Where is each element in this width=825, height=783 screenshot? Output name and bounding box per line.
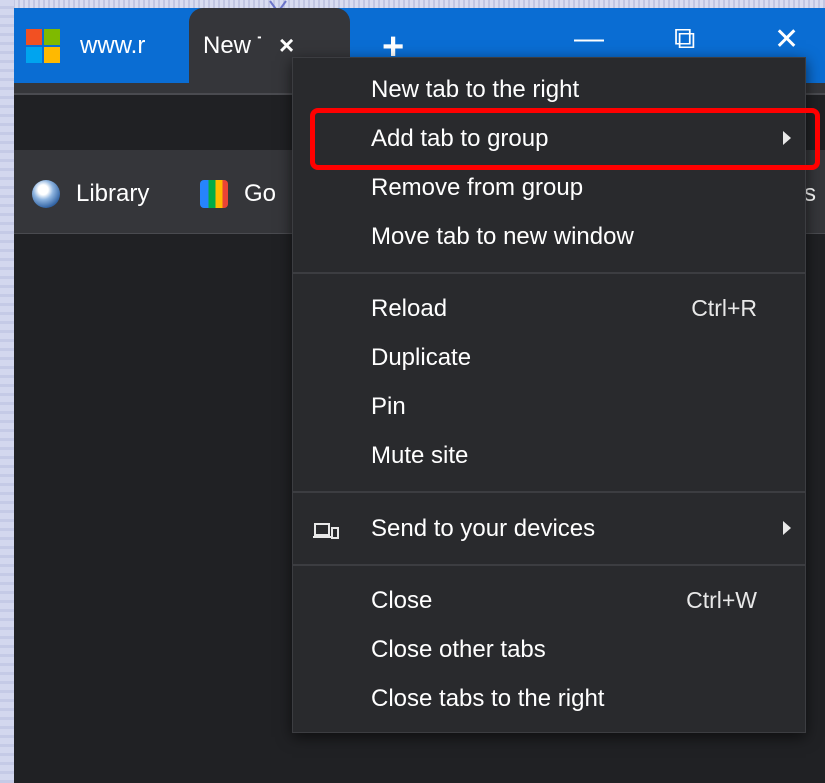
bookmark-label: Library: [76, 180, 150, 207]
bookmark-label: Go: [244, 180, 277, 207]
menu-item-label: Duplicate: [371, 344, 472, 371]
shortcut-label: Ctrl+W: [686, 587, 757, 613]
close-window-button[interactable]: ✕: [774, 22, 799, 57]
menu-item-label: Remove from group: [371, 174, 584, 201]
library-globe-icon: [32, 180, 60, 208]
menu-item-pin[interactable]: Pin: [293, 385, 805, 434]
tab-microsoft[interactable]: www.r: [26, 8, 190, 83]
menu-item-duplicate[interactable]: Duplicate: [293, 336, 805, 385]
menu-item-label: Pin: [371, 393, 406, 420]
submenu-arrow-icon: [783, 521, 791, 535]
menu-item-move-to-new-window[interactable]: Move tab to new window: [293, 215, 805, 264]
menu-separator: [293, 272, 805, 274]
microsoft-logo-icon: [26, 28, 60, 63]
menu-item-label: Mute site: [371, 442, 469, 469]
menu-item-mute-site[interactable]: Mute site: [293, 434, 805, 483]
menu-item-label: Send to your devices: [371, 515, 596, 542]
minimize-button[interactable]: —: [574, 22, 604, 56]
restore-button[interactable]: ⧉: [674, 22, 695, 56]
bookmark-library[interactable]: Library: [32, 180, 149, 208]
menu-item-close[interactable]: Close Ctrl+W: [293, 579, 805, 628]
tab-title: New Ta: [203, 31, 261, 59]
bookmark-google[interactable]: Go: [200, 180, 276, 208]
menu-separator: [293, 491, 805, 493]
tab-title: www.r: [80, 31, 146, 59]
menu-item-label: Close tabs to the right: [371, 685, 605, 712]
desktop-edge: [0, 0, 14, 783]
devices-icon: [313, 522, 339, 546]
menu-separator: [293, 564, 805, 566]
menu-item-close-other-tabs[interactable]: Close other tabs: [293, 628, 805, 677]
menu-item-label: New tab to the right: [371, 76, 580, 103]
menu-item-send-to-devices[interactable]: Send to your devices: [293, 507, 805, 556]
desktop-background: [0, 0, 825, 8]
google-meet-icon: [200, 180, 228, 208]
menu-item-label: Move tab to new window: [371, 223, 634, 250]
shortcut-label: Ctrl+R: [691, 295, 757, 321]
menu-item-close-tabs-right[interactable]: Close tabs to the right: [293, 677, 805, 726]
highlight-box: [310, 108, 820, 170]
menu-item-label: Close: [371, 587, 433, 614]
menu-item-label: Close other tabs: [371, 636, 546, 663]
menu-item-label: Reload: [371, 295, 448, 322]
menu-item-remove-from-group[interactable]: Remove from group: [293, 166, 805, 215]
menu-item-reload[interactable]: Reload Ctrl+R: [293, 287, 805, 336]
